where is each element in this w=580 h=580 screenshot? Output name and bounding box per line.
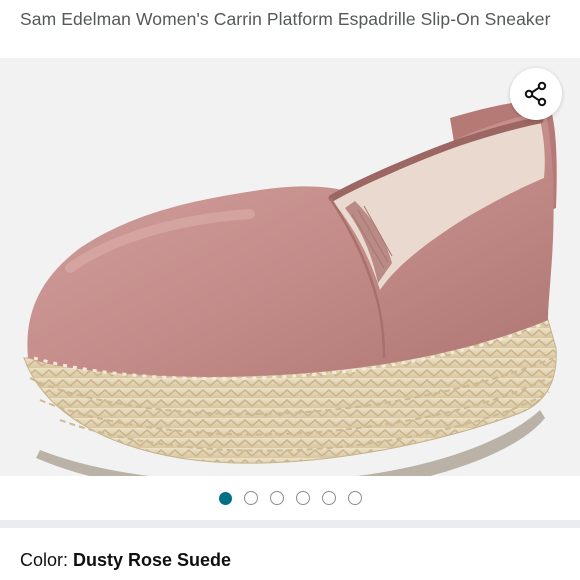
pagination-dot-1[interactable] — [218, 491, 232, 505]
pagination-dot-6[interactable] — [347, 491, 362, 505]
section-divider — [0, 520, 580, 528]
share-button[interactable] — [510, 68, 562, 120]
color-selection: Color: Dusty Rose Suede — [20, 548, 231, 572]
espadrille-shoe-illustration — [23, 100, 557, 496]
pagination-dot-3[interactable] — [269, 491, 284, 505]
pagination-dot-4[interactable] — [295, 491, 310, 505]
color-label: Color: — [20, 550, 74, 570]
image-pagination — [0, 476, 580, 520]
pagination-dot-5[interactable] — [321, 491, 336, 505]
share-icon — [524, 81, 547, 107]
product-image[interactable] — [0, 58, 580, 520]
color-value: Dusty Rose Suede — [73, 550, 232, 570]
image-gallery[interactable] — [0, 58, 580, 520]
product-title: Sam Edelman Women's Carrin Platform Espa… — [20, 9, 551, 29]
product-page: Sam Edelman Women's Carrin Platform Espa… — [0, 0, 580, 580]
pagination-dot-2[interactable] — [243, 491, 258, 505]
